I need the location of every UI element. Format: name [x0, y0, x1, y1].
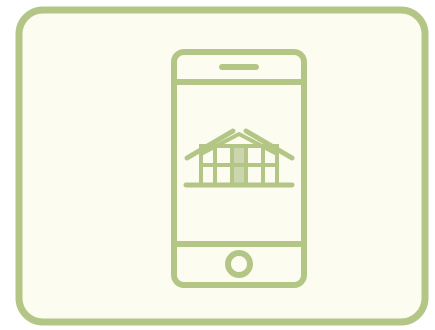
stage [0, 0, 435, 330]
illustration [15, 6, 429, 326]
